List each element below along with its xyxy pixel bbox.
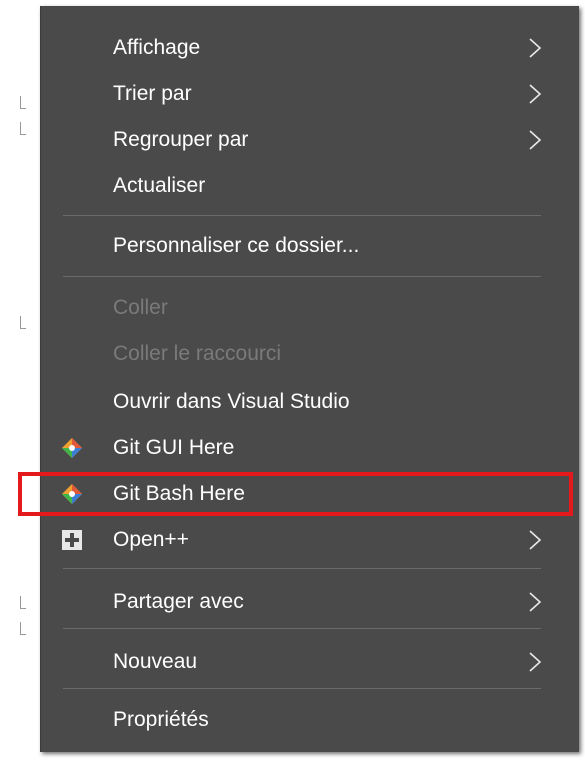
menu-item-label: Git GUI Here <box>113 436 235 459</box>
menu-item-personnaliser[interactable]: Personnaliser ce dossier... <box>41 224 579 268</box>
menu-item-label: Trier par <box>113 82 192 105</box>
menu-item-open-plus-plus[interactable]: Open++ <box>41 518 579 562</box>
chevron-right-icon <box>529 130 542 150</box>
menu-item-label: Coller <box>113 296 168 319</box>
menu-item-coller[interactable]: Coller <box>41 286 579 330</box>
menu-item-coller-raccourci[interactable]: Coller le raccourci <box>41 332 579 376</box>
menu-separator <box>63 688 541 689</box>
menu-item-label: Regrouper par <box>113 128 249 151</box>
menu-item-nouveau[interactable]: Nouveau <box>41 640 579 684</box>
chevron-right-icon <box>529 592 542 612</box>
menu-item-label: Actualiser <box>113 174 206 197</box>
menu-item-proprietes[interactable]: Propriétés <box>41 698 579 742</box>
menu-item-label: Open++ <box>113 528 189 551</box>
menu-item-label: Ouvrir dans Visual Studio <box>113 390 350 413</box>
chevron-right-icon <box>529 84 542 104</box>
menu-item-label: Coller le raccourci <box>113 342 282 365</box>
context-menu: Affichage Trier par Regrouper par Actual… <box>40 6 579 752</box>
background-mark <box>20 316 26 329</box>
background-mark <box>20 596 26 609</box>
chevron-right-icon <box>529 530 542 550</box>
menu-item-label: Partager avec <box>113 590 244 613</box>
highlight-box <box>18 472 573 516</box>
menu-item-label: Personnaliser ce dossier... <box>113 234 360 257</box>
menu-item-git-gui-here[interactable]: Git GUI Here <box>41 426 579 470</box>
git-icon <box>62 438 82 458</box>
menu-item-label: Affichage <box>113 36 201 59</box>
menu-separator <box>63 628 541 629</box>
menu-separator <box>63 276 541 277</box>
menu-item-regrouper-par[interactable]: Regrouper par <box>41 118 579 162</box>
chevron-right-icon <box>529 38 542 58</box>
menu-separator <box>63 215 541 216</box>
menu-item-actualiser[interactable]: Actualiser <box>41 164 579 208</box>
menu-item-partager-avec[interactable]: Partager avec <box>41 580 579 624</box>
menu-item-trier-par[interactable]: Trier par <box>41 72 579 116</box>
menu-item-affichage[interactable]: Affichage <box>41 26 579 70</box>
desktop-background <box>0 0 40 760</box>
menu-separator <box>63 568 541 569</box>
background-mark <box>20 122 26 135</box>
plus-box-icon <box>62 530 82 550</box>
menu-item-label: Nouveau <box>113 650 198 673</box>
background-mark <box>20 622 26 635</box>
background-mark <box>20 96 26 109</box>
menu-item-ouvrir-visual-studio[interactable]: Ouvrir dans Visual Studio <box>41 380 579 424</box>
menu-item-label: Propriétés <box>113 708 209 731</box>
chevron-right-icon <box>529 652 542 672</box>
